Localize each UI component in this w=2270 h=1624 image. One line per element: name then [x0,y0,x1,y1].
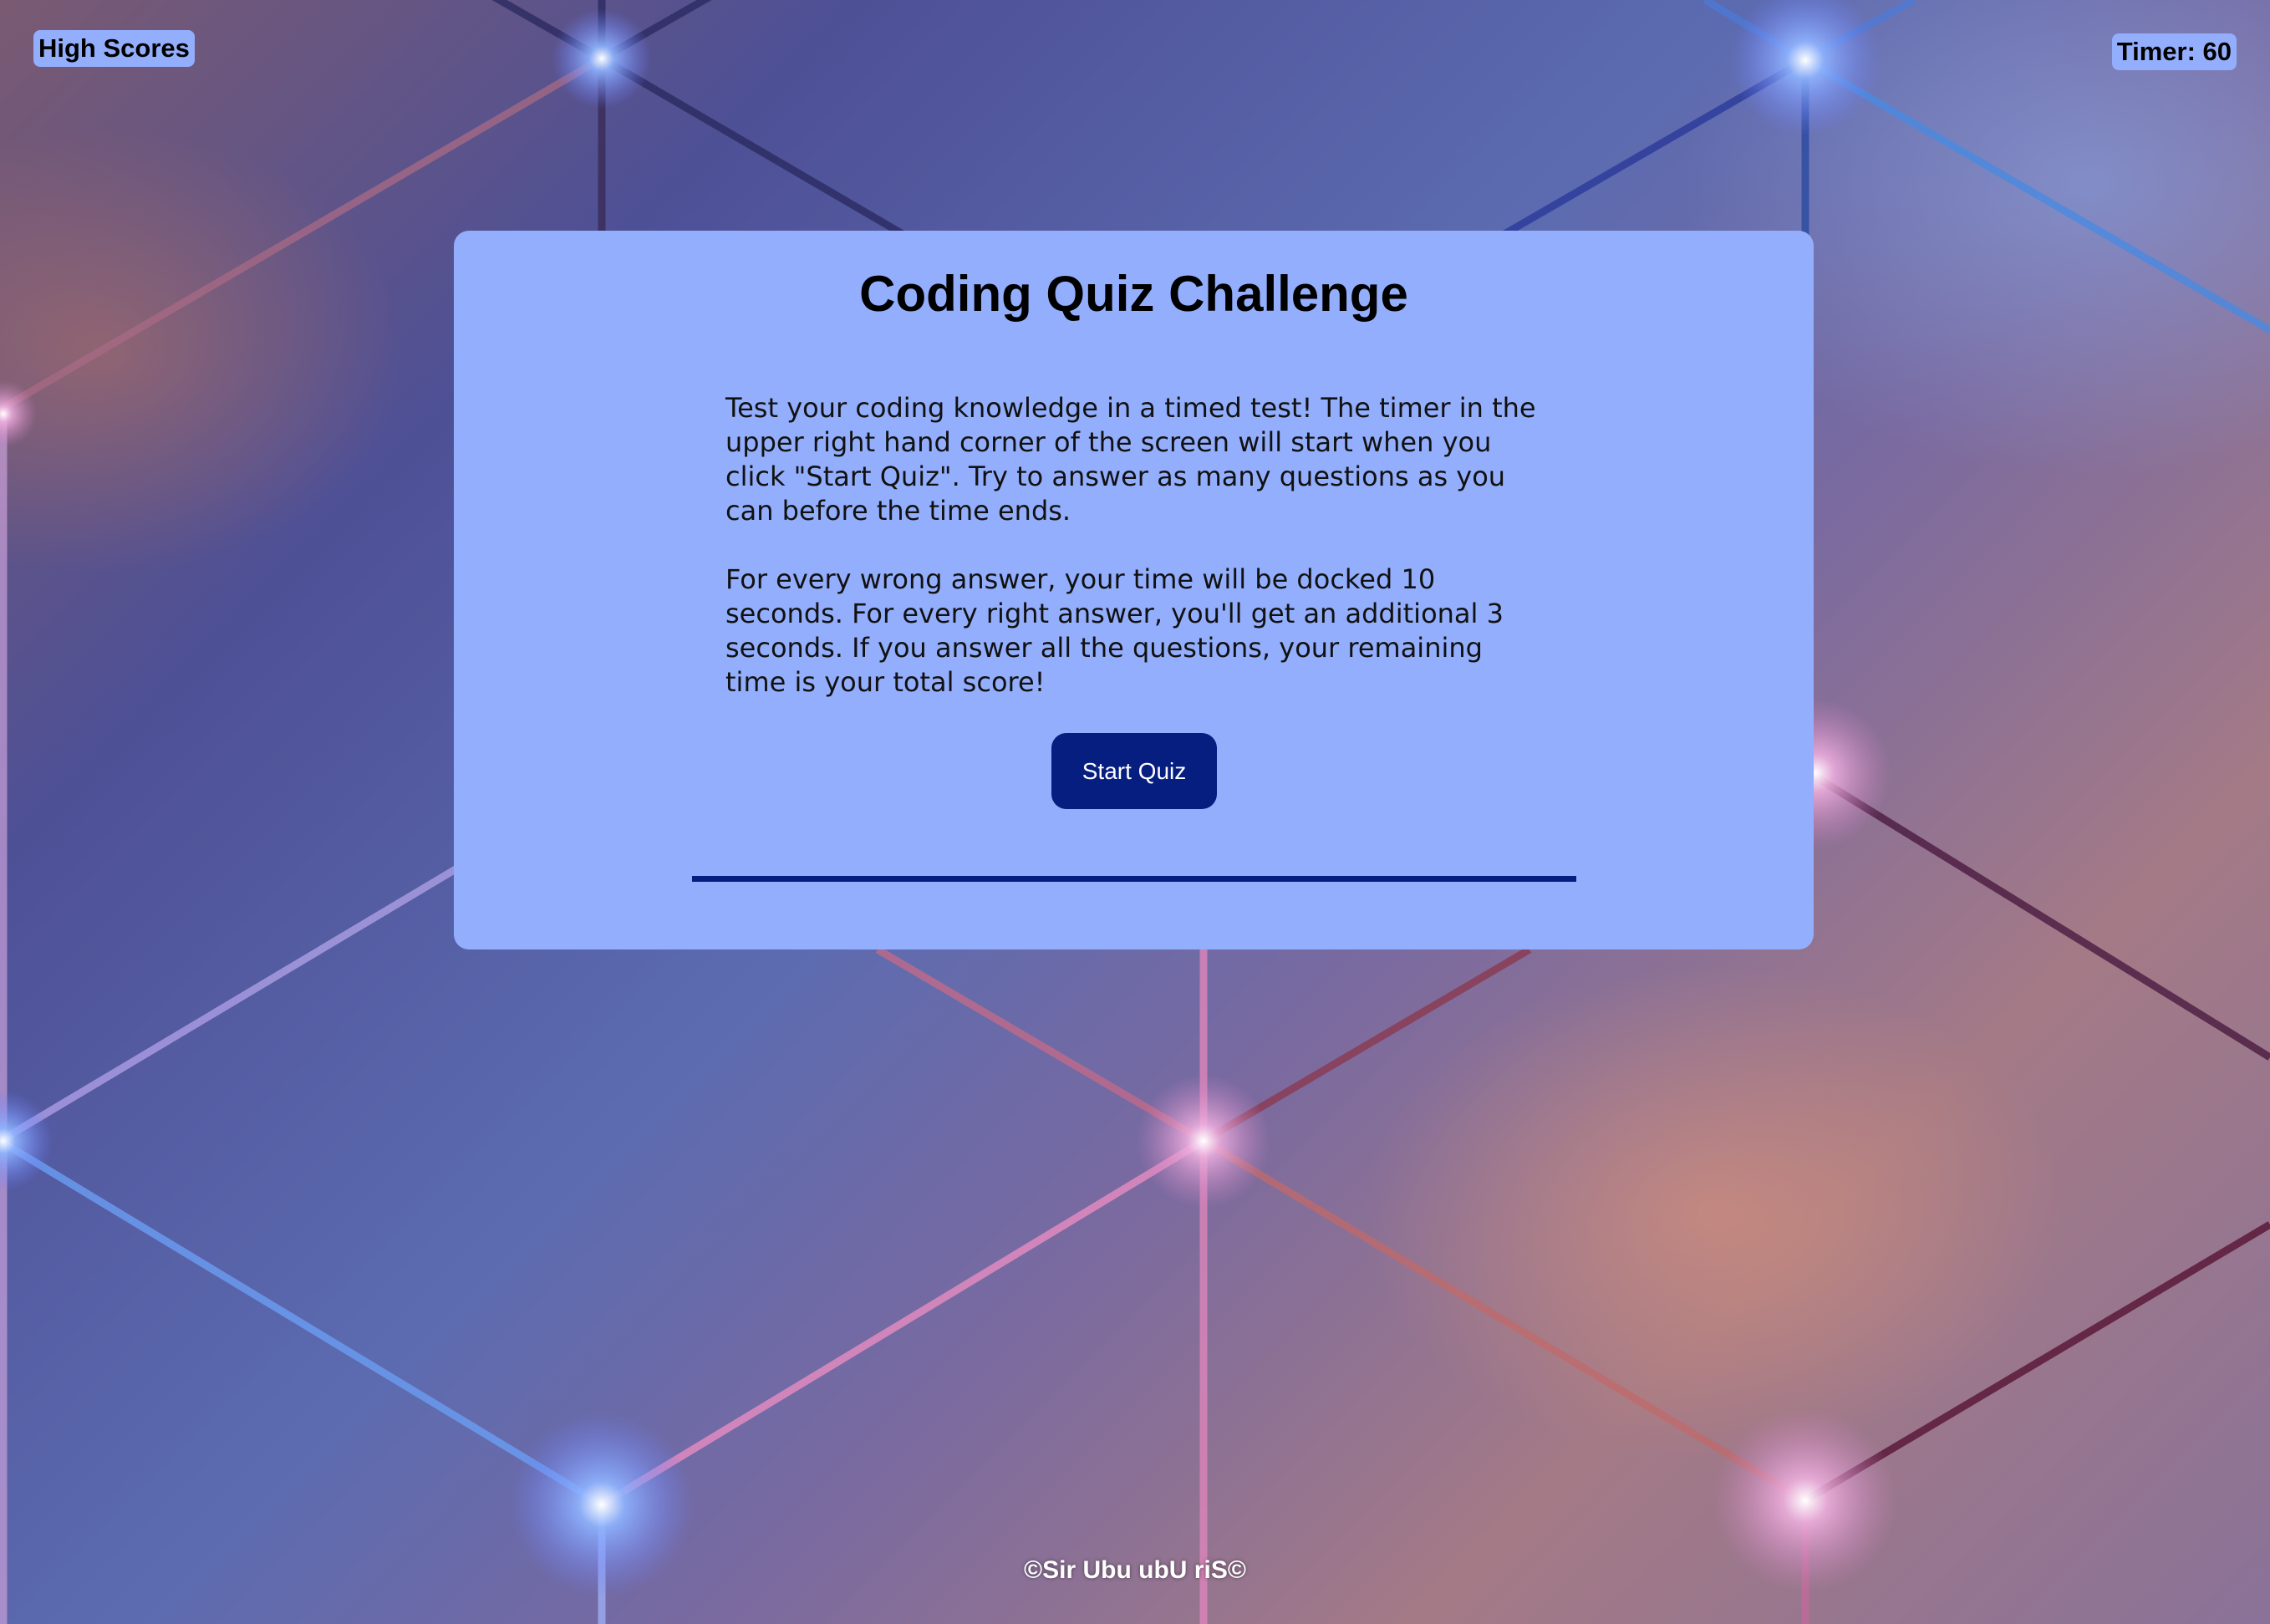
high-scores-link[interactable]: High Scores [33,30,195,67]
quiz-instructions-paragraph: Test your coding knowledge in a timed te… [725,392,1536,527]
footer-credit: ©Sir Ubu ubU riS© [1024,1556,1246,1584]
quiz-scoring-paragraph: For every wrong answer, your time will b… [725,563,1504,698]
quiz-title: Coding Quiz Challenge [859,266,1408,322]
start-quiz-button[interactable]: Start Quiz [1051,733,1217,809]
timer-display: Timer: 60 [2111,33,2237,70]
quiz-intro-card: Coding Quiz Challenge Test your coding k… [454,231,1814,949]
card-divider [692,876,1576,882]
